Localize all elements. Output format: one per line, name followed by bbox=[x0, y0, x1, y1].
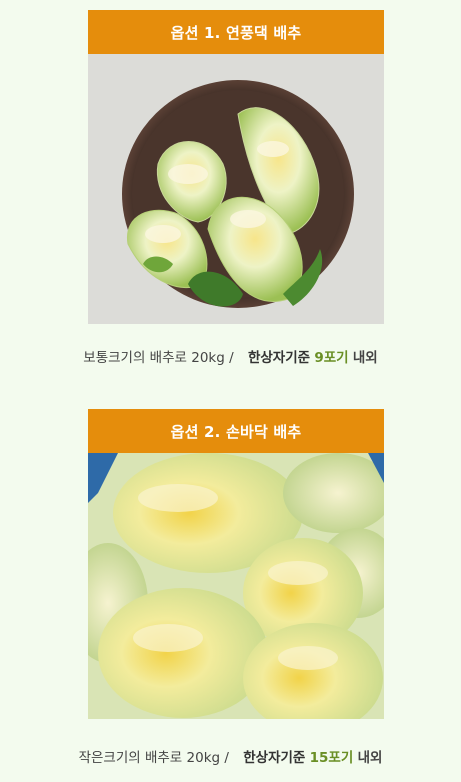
option-1-image bbox=[88, 54, 384, 324]
option-2-desc: 작은크기의 배추로 20kg / bbox=[78, 750, 229, 766]
option-2-suffix: 내외 bbox=[357, 750, 383, 766]
option-1-suffix: 내외 bbox=[352, 350, 378, 366]
option-1-title: 옵션 1. 연풍댁 배추 bbox=[88, 10, 384, 54]
option-1-desc: 보통크기의 배추로 20kg / bbox=[83, 350, 234, 366]
option-2-caption: 작은크기의 배추로 20kg / 한상자기준 15포기 내외 bbox=[0, 746, 461, 766]
option-1-card: 옵션 1. 연풍댁 배추 bbox=[88, 10, 384, 324]
option-2-title: 옵션 2. 손바닥 배추 bbox=[88, 409, 384, 453]
option-1-count: 9포기 bbox=[314, 350, 349, 366]
option-2-image bbox=[88, 453, 384, 719]
option-2-standard: 한상자기준 bbox=[243, 750, 306, 766]
option-2-count: 15포기 bbox=[309, 750, 354, 766]
option-1-standard: 한상자기준 bbox=[247, 350, 311, 366]
option-1-caption: 보통크기의 배추로 20kg / 한상자기준 9포기 내외 bbox=[0, 346, 461, 366]
option-2-card: 옵션 2. 손바닥 배추 bbox=[88, 409, 384, 719]
